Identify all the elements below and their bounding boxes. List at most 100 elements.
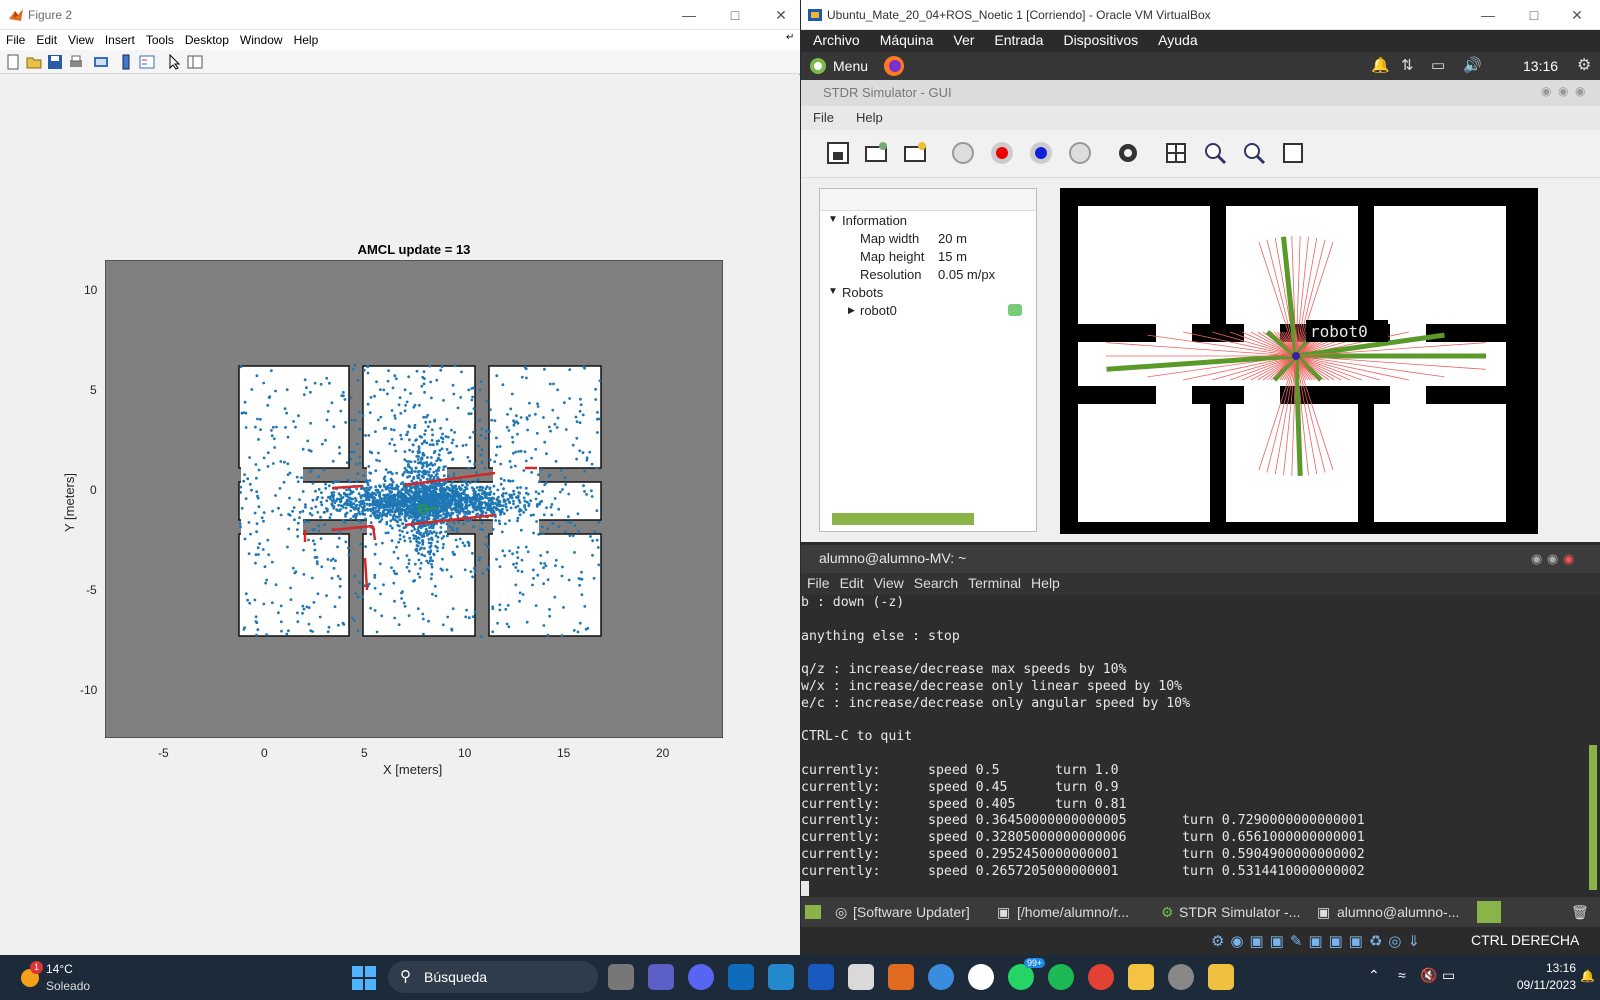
grid-icon[interactable] [1163, 140, 1189, 166]
vb-menu-ver[interactable]: Ver [941, 30, 982, 48]
menu-desktop[interactable]: Desktop [179, 30, 234, 47]
property-editor-icon[interactable] [187, 54, 203, 70]
stdr-app-icon[interactable]: ⚙ [1161, 904, 1174, 921]
tree-robots[interactable]: Robots [842, 285, 883, 300]
taskbar-item-stdr[interactable]: STDR Simulator -... [1179, 904, 1300, 920]
system-date[interactable]: 09/11/2023 [1506, 978, 1576, 992]
wifi-icon[interactable]: ≈ [1398, 967, 1406, 983]
stdr-close-button[interactable]: ◉ [1575, 84, 1585, 98]
file-explorer-icon[interactable] [1128, 964, 1154, 990]
legend-icon[interactable] [139, 54, 155, 70]
stdr-menu-file[interactable]: File [801, 106, 844, 125]
add-rfid-icon[interactable] [950, 140, 976, 166]
add-sound-source-icon[interactable] [1067, 140, 1093, 166]
word-icon[interactable] [808, 964, 834, 990]
save-map-icon[interactable] [825, 140, 851, 166]
settings-gear-icon[interactable]: ⚙ [1577, 55, 1591, 75]
add-thermal-source-icon[interactable] [1028, 140, 1054, 166]
minimize-button[interactable]: — [666, 0, 712, 30]
adjust-view-icon[interactable] [1280, 140, 1306, 166]
properties-gear-icon[interactable] [1115, 140, 1141, 166]
zoom-in-icon[interactable] [1202, 140, 1228, 166]
link-plot-icon[interactable] [93, 54, 109, 70]
term-menu-file[interactable]: File [801, 573, 834, 591]
terminal-icon[interactable]: ▣ [1317, 904, 1330, 921]
updater-icon[interactable]: ◎ [835, 904, 847, 921]
trash-icon[interactable]: 🗑 [1571, 904, 1589, 921]
chevron-up-icon[interactable]: ⌃ [1368, 967, 1380, 984]
zoom-out-icon[interactable] [1241, 140, 1267, 166]
notifications-icon[interactable]: 🔔 [1580, 969, 1595, 983]
search-box[interactable]: ⚲ Búsqueda [388, 961, 598, 993]
discord-icon[interactable] [688, 964, 714, 990]
visibility-eye-icon[interactable] [1008, 304, 1022, 316]
load-robot-icon[interactable] [902, 140, 928, 166]
weather-temperature[interactable]: 14°C [46, 962, 73, 976]
show-desktop-icon[interactable] [805, 905, 821, 919]
taskbar-item-home[interactable]: [/home/alumno/r... [1017, 904, 1129, 920]
vb-menu-maquina[interactable]: Máquina [868, 30, 942, 48]
vb-status-icons[interactable]: ⚙◉▣▣✎▣▣▣♻◎⇓ [1211, 932, 1426, 950]
colorbar-icon[interactable] [118, 54, 134, 70]
stdr-menu-help[interactable]: Help [844, 106, 893, 125]
print-icon[interactable] [68, 54, 84, 70]
stdr-minimize-button[interactable]: ◉ [1541, 84, 1551, 98]
task-view-icon[interactable] [608, 964, 634, 990]
term-menu-help[interactable]: Help [1025, 573, 1064, 591]
network-arrows-icon[interactable]: ⇅ [1401, 56, 1414, 74]
notification-bell-icon[interactable]: 🔔 [1371, 56, 1390, 74]
add-robot-icon[interactable] [863, 140, 889, 166]
expand-arrow-icon[interactable]: ▼ [828, 286, 838, 297]
term-menu-view[interactable]: View [868, 573, 908, 591]
open-file-icon[interactable] [26, 54, 42, 70]
terminal-scrollbar[interactable] [1586, 595, 1600, 895]
tree-robot0[interactable]: robot0 [860, 303, 897, 318]
spotify-icon[interactable] [1048, 964, 1074, 990]
vb-menu-dispositivos[interactable]: Dispositivos [1051, 30, 1146, 48]
menu-window[interactable]: Window [234, 30, 288, 47]
menu-edit[interactable]: Edit [30, 30, 62, 47]
stdr-map-view[interactable]: robot0 [1060, 188, 1538, 534]
stdr-maximize-button[interactable]: ◉ [1558, 84, 1568, 98]
weather-description[interactable]: Soleado [46, 979, 90, 993]
taskbar-item-updater[interactable]: [Software Updater] [853, 904, 970, 920]
outlook-icon[interactable] [728, 964, 754, 990]
vb-maximize-button[interactable]: □ [1511, 0, 1557, 30]
matlab-app-icon[interactable] [888, 964, 914, 990]
tree-information[interactable]: Information [842, 213, 907, 228]
mate-menu-button[interactable]: Menu [833, 58, 868, 74]
teams-icon[interactable] [648, 964, 674, 990]
term-maximize-button[interactable]: ◉ [1547, 551, 1558, 567]
taskbar-item-terminal[interactable]: alumno@alumno-... [1337, 904, 1459, 920]
term-menu-search[interactable]: Search [908, 573, 962, 591]
battery-status-icon[interactable]: ▭ [1442, 967, 1455, 984]
battery-icon[interactable]: ▭ [1431, 56, 1445, 74]
term-close-button[interactable]: ◉ [1563, 551, 1574, 567]
mate-menu-icon[interactable] [809, 57, 827, 75]
horizontal-scrollbar[interactable] [832, 513, 974, 525]
menu-file[interactable]: File [0, 30, 30, 47]
menu-view[interactable]: View [62, 30, 99, 47]
amcl-axes[interactable] [105, 260, 723, 738]
menu-help[interactable]: Help [288, 30, 324, 47]
system-time[interactable]: 13:16 [1506, 961, 1576, 975]
close-button[interactable]: ✕ [758, 0, 804, 30]
term-menu-terminal[interactable]: Terminal [962, 573, 1025, 591]
folder-icon[interactable]: ▣ [997, 904, 1010, 921]
vb-minimize-button[interactable]: — [1465, 0, 1511, 30]
info-tree-panel[interactable]: ▼ Information Map width 20 m Map height … [819, 188, 1037, 532]
save-icon[interactable] [47, 54, 63, 70]
menu-tools[interactable]: Tools [140, 30, 179, 47]
workspace-switcher[interactable] [1477, 901, 1501, 923]
add-co2-source-icon[interactable] [989, 140, 1015, 166]
pointer-icon[interactable] [166, 54, 182, 70]
term-menu-edit[interactable]: Edit [834, 573, 868, 591]
dock-arrow-icon[interactable]: ↵ [786, 32, 794, 43]
virtualbox-window-icon[interactable] [1208, 964, 1234, 990]
mate-clock[interactable]: 13:16 [1523, 58, 1558, 74]
windows-start-icon[interactable] [352, 966, 376, 990]
chrome-icon[interactable] [1088, 964, 1114, 990]
menu-insert[interactable]: Insert [99, 30, 140, 47]
terminal-output[interactable]: b : down (-z) anything else : stop q/z :… [801, 595, 1586, 896]
github-icon[interactable] [968, 964, 994, 990]
